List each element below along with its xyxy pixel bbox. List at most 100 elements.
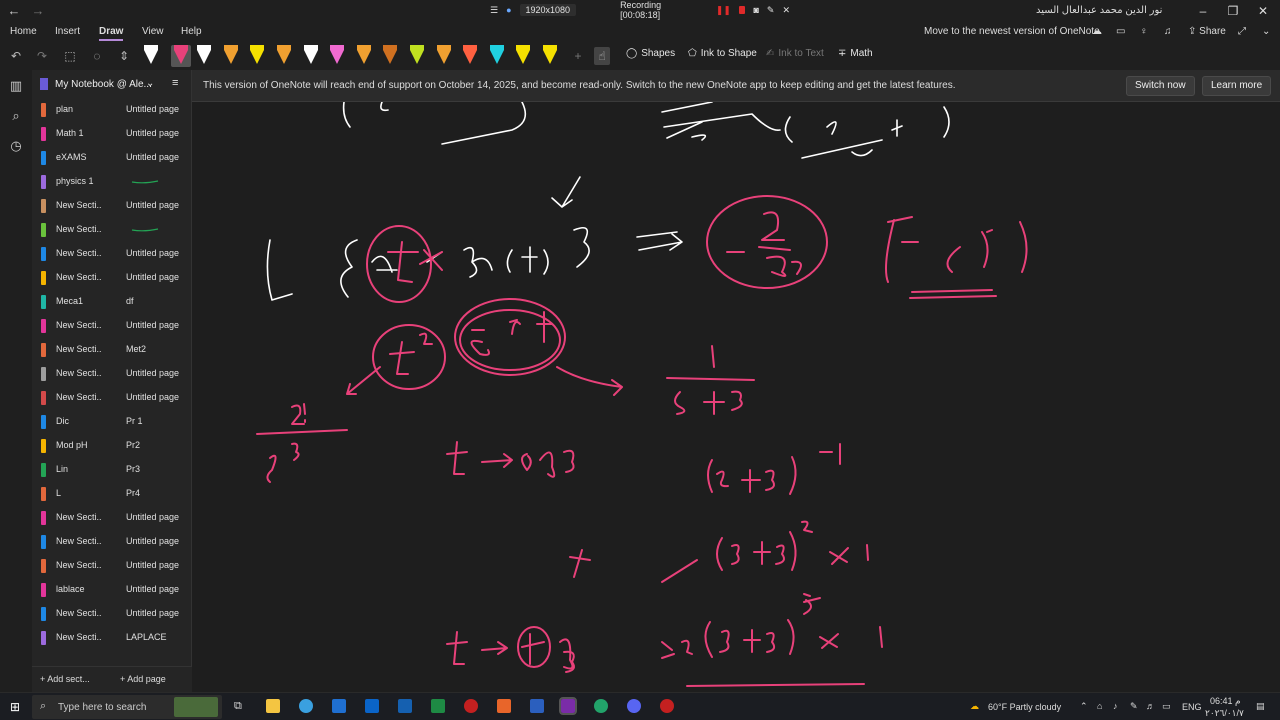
section-item[interactable]: Math 1 bbox=[32, 122, 112, 146]
edge-icon[interactable] bbox=[299, 699, 313, 713]
network-icon[interactable]: ⌂ bbox=[1097, 701, 1102, 711]
weather-text[interactable]: 60°F Partly cloudy bbox=[988, 702, 1061, 712]
page-item[interactable]: Pr 1 bbox=[112, 410, 192, 434]
share-button[interactable]: ⇪ Share bbox=[1188, 26, 1226, 37]
insert-space-icon[interactable]: ⇕ bbox=[116, 47, 132, 65]
touch-draw-icon[interactable]: ☝ bbox=[594, 47, 610, 65]
page-item[interactable]: Untitled page bbox=[112, 266, 192, 290]
pen-swatch[interactable] bbox=[250, 45, 265, 67]
page-item[interactable]: LAPLACE bbox=[112, 626, 192, 650]
pen-swatch[interactable] bbox=[543, 45, 557, 67]
section-item[interactable]: New Secti... bbox=[32, 314, 112, 338]
section-item[interactable]: New Secti... bbox=[32, 626, 112, 650]
restore-icon[interactable]: ❐ bbox=[1218, 2, 1248, 20]
ink-to-shape-button[interactable]: ⬠ Ink to Shape bbox=[688, 48, 757, 59]
section-item[interactable]: Meca1 bbox=[32, 290, 112, 314]
clock-date[interactable]: ٢٠٢٦/٠١/٧ bbox=[1205, 708, 1244, 719]
math-button[interactable]: ∓ Math bbox=[838, 48, 873, 59]
clock-time[interactable]: 06:41 م bbox=[1210, 696, 1241, 707]
pen-swatch[interactable] bbox=[144, 45, 158, 67]
select-objects-icon[interactable]: ⬚ bbox=[62, 47, 78, 65]
lightbulb-icon[interactable]: ♀ bbox=[1140, 26, 1148, 37]
page-item[interactable]: Untitled page bbox=[112, 194, 192, 218]
page-item[interactable]: Untitled page bbox=[112, 242, 192, 266]
microphone-icon[interactable]: ● bbox=[506, 5, 511, 15]
chevron-down-icon[interactable]: ⌄ bbox=[146, 78, 154, 89]
page-item[interactable] bbox=[112, 170, 192, 194]
pen-icon[interactable]: ✎ bbox=[767, 5, 775, 16]
page-item[interactable]: Untitled page bbox=[112, 362, 192, 386]
section-item[interactable]: New Secti... bbox=[32, 362, 112, 386]
close-icon[interactable]: ✕ bbox=[782, 5, 790, 16]
ink-to-text-button[interactable]: ✍ Ink to Text bbox=[766, 48, 824, 59]
minimize-icon[interactable]: – bbox=[1188, 2, 1218, 20]
language-indicator[interactable]: ENG bbox=[1182, 702, 1202, 712]
taskbar-search[interactable]: ⌕ Type here to search bbox=[32, 695, 222, 719]
back-arrow-icon[interactable]: ← bbox=[6, 3, 22, 19]
sync-icon[interactable]: ☁ bbox=[1092, 26, 1102, 37]
section-item[interactable]: New Secti... bbox=[32, 242, 112, 266]
section-item[interactable]: lablace bbox=[32, 578, 112, 602]
redo-icon[interactable]: ↷ bbox=[34, 47, 50, 65]
menu-draw[interactable]: Draw bbox=[99, 26, 124, 41]
pen-swatch[interactable] bbox=[463, 45, 478, 67]
section-item[interactable]: New Secti... bbox=[32, 194, 112, 218]
discord-icon[interactable] bbox=[627, 699, 641, 713]
learn-more-button[interactable]: Learn more bbox=[1202, 76, 1272, 96]
section-item[interactable]: New Secti... bbox=[32, 506, 112, 530]
section-item[interactable]: New Secti... bbox=[32, 386, 112, 410]
battery-icon[interactable]: ▭ bbox=[1162, 701, 1171, 712]
pen-swatch[interactable] bbox=[223, 45, 238, 67]
add-section-button[interactable]: + Add sect... bbox=[40, 674, 90, 684]
newest-version-link[interactable]: Move to the newest version of OneNote bbox=[924, 26, 1100, 37]
add-page-button[interactable]: + Add page bbox=[120, 674, 166, 684]
lasso-select-icon[interactable]: ◌ bbox=[89, 47, 105, 65]
page-item[interactable]: Untitled page bbox=[112, 506, 192, 530]
outlook-icon[interactable] bbox=[365, 699, 379, 713]
pen-swatch[interactable] bbox=[170, 45, 191, 67]
menu-view[interactable]: View bbox=[142, 26, 164, 37]
page-item[interactable]: Untitled page bbox=[112, 146, 192, 170]
signed-in-user[interactable]: نور الدين محمد عبدالعال السيد bbox=[1036, 5, 1162, 16]
notebook-icon[interactable]: ▭ bbox=[1116, 26, 1125, 37]
window-close-icon[interactable]: ✕ bbox=[1248, 2, 1278, 20]
defender-icon[interactable] bbox=[398, 699, 412, 713]
recent-icon[interactable]: ◷ bbox=[8, 138, 24, 154]
word-icon[interactable] bbox=[530, 699, 544, 713]
camera-icon[interactable]: ◙ bbox=[753, 5, 758, 15]
pen-swatch[interactable] bbox=[489, 45, 504, 67]
brave-icon[interactable] bbox=[497, 699, 511, 713]
forward-arrow-icon[interactable]: → bbox=[30, 3, 46, 19]
browser-icon[interactable] bbox=[594, 699, 608, 713]
onenote-icon[interactable] bbox=[559, 697, 577, 715]
excel-icon[interactable] bbox=[431, 699, 445, 713]
undo-icon[interactable]: ↶ bbox=[8, 47, 24, 65]
page-canvas[interactable] bbox=[192, 102, 1280, 692]
sort-icon[interactable]: ≡ bbox=[172, 77, 178, 89]
expand-icon[interactable]: ⤢ bbox=[1238, 26, 1246, 37]
page-item[interactable]: Untitled page bbox=[112, 386, 192, 410]
section-item[interactable]: New Secti... bbox=[32, 266, 112, 290]
page-item[interactable] bbox=[112, 218, 192, 242]
notifications-icon[interactable]: ▤ bbox=[1256, 701, 1265, 712]
pen-swatch[interactable] bbox=[197, 45, 212, 67]
menu-home[interactable]: Home bbox=[10, 26, 37, 37]
pen-swatch[interactable] bbox=[383, 45, 398, 67]
menu-help[interactable]: Help bbox=[181, 26, 202, 37]
section-item[interactable]: plan bbox=[32, 98, 112, 122]
pen-swatch[interactable] bbox=[303, 45, 318, 67]
more-icon[interactable]: ⌄ bbox=[1262, 26, 1270, 37]
page-item[interactable]: Untitled page bbox=[112, 314, 192, 338]
section-item[interactable]: Lin bbox=[32, 458, 112, 482]
section-item[interactable]: New Secti... bbox=[32, 554, 112, 578]
switch-now-button[interactable]: Switch now bbox=[1126, 76, 1195, 96]
section-item[interactable]: eXAMS bbox=[32, 146, 112, 170]
volume-icon[interactable]: ♬ bbox=[1146, 701, 1155, 711]
add-pen-icon[interactable]: + bbox=[570, 47, 586, 65]
pen-tray-icon[interactable]: ✎ bbox=[1130, 701, 1138, 712]
page-item[interactable]: df bbox=[112, 290, 192, 314]
weather-icon[interactable]: ☁ bbox=[970, 701, 979, 712]
screen-recorder-icon[interactable] bbox=[660, 699, 674, 713]
pen-swatch[interactable] bbox=[436, 45, 451, 67]
microphone-icon[interactable]: ♪ bbox=[1113, 701, 1118, 711]
